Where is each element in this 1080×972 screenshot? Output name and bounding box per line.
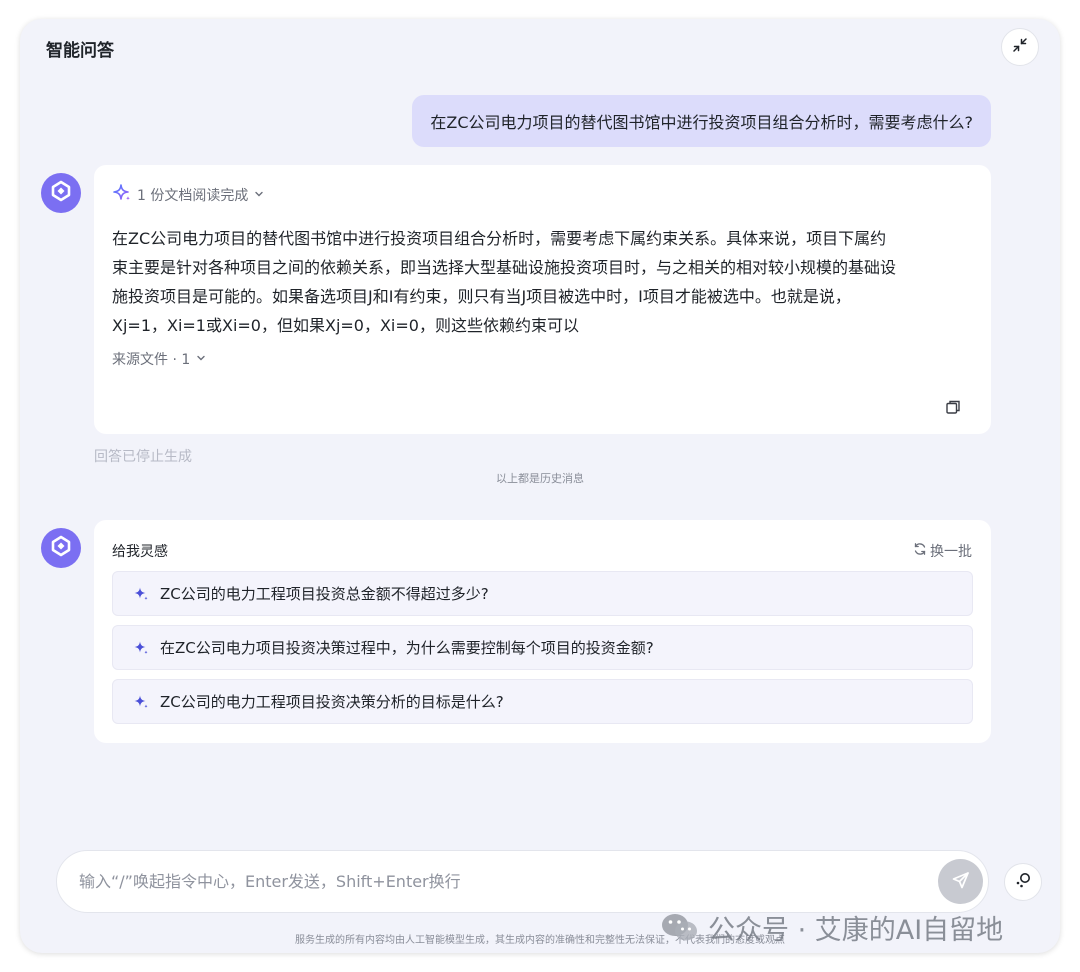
source-files-label: 来源文件 · 1: [112, 352, 191, 368]
user-message: 在ZC公司电力项目的替代图书馆中进行投资项目组合分析时，需要考虑什么?: [412, 95, 991, 147]
suggestion-text: ZC公司的电力工程项目投资决策分析的目标是什么?: [160, 693, 504, 711]
tool-button[interactable]: [1004, 863, 1042, 901]
chat-panel: 智能问答 在ZC公司电力项目的替代图书馆中进行投资项目组合分析时，需要考虑什么?: [20, 19, 1060, 953]
copy-icon: [945, 399, 961, 419]
suggestion-item[interactable]: 在ZC公司电力项目投资决策过程中，为什么需要控制每个项目的投资金额?: [112, 625, 973, 670]
suggestion-text: 在ZC公司电力项目投资决策过程中，为什么需要控制每个项目的投资金额?: [160, 639, 654, 657]
chevron-down-icon: [254, 187, 264, 203]
answer-line: 施投资项目是可能的。如果备选项目J和I有约束，则只有当J项目被选中时，I项目才能…: [112, 287, 851, 306]
wechat-icon: [660, 912, 700, 944]
answer-card: 1 份文档阅读完成 在ZC公司电力项目的替代图书馆中进行投资项目组合分析时，需要…: [94, 165, 991, 434]
bot-logo-icon: [49, 534, 73, 562]
doc-status-toggle[interactable]: 1 份文档阅读完成: [112, 183, 264, 207]
answer-line: 在ZC公司电力项目的替代图书馆中进行投资项目组合分析时，需要考虑下属约束关系。具…: [112, 229, 887, 248]
inspiration-title: 给我灵感: [112, 544, 168, 560]
tool-icon: [1013, 870, 1033, 894]
source-files-toggle[interactable]: 来源文件 · 1: [112, 349, 206, 369]
suggestion-text: ZC公司的电力工程项目投资总金额不得超过多少?: [160, 585, 489, 603]
chat-input[interactable]: [79, 851, 919, 912]
collapse-button[interactable]: [1001, 28, 1039, 66]
history-divider: 以上都是历史消息: [496, 472, 584, 485]
collapse-icon: [1012, 37, 1028, 57]
page-title: 智能问答: [46, 41, 114, 61]
sparkle-icon: [112, 183, 132, 207]
bot-logo-icon: [49, 179, 73, 207]
send-button[interactable]: [938, 859, 983, 904]
watermark: 公众号 · 艾康的AI自留地: [660, 908, 1003, 947]
doc-status-label: 1 份文档阅读完成: [137, 188, 249, 204]
stopped-note: 回答已停止生成: [94, 449, 192, 465]
refresh-label: 换一批: [930, 544, 972, 560]
sparkle-icon: [133, 640, 149, 656]
sparkle-icon: [133, 694, 149, 710]
answer-text: 在ZC公司电力项目的替代图书馆中进行投资项目组合分析时，需要考虑下属约束关系。具…: [112, 224, 978, 340]
chat-input-container: [56, 850, 989, 913]
answer-line: Xj=1，Xi=1或Xi=0，但如果Xj=0，Xi=0，则这些依赖约束可以: [112, 316, 579, 335]
copy-button[interactable]: [943, 399, 963, 419]
refresh-button[interactable]: 换一批: [913, 541, 972, 561]
answer-line: 束主要是针对各种项目之间的依赖关系，即当选择大型基础设施投资项目时，与之相关的相…: [112, 258, 897, 277]
send-icon: [951, 870, 971, 894]
suggestion-item[interactable]: ZC公司的电力工程项目投资总金额不得超过多少?: [112, 571, 973, 616]
bot-avatar: [41, 173, 81, 213]
inspiration-card: 给我灵感 换一批 ZC公司的电力工程项目投资总金额不得超过多少? 在ZC公司电力…: [94, 520, 991, 743]
bot-avatar: [41, 528, 81, 568]
chevron-down-icon: [196, 351, 206, 367]
suggestion-item[interactable]: ZC公司的电力工程项目投资决策分析的目标是什么?: [112, 679, 973, 724]
watermark-text: 公众号 · 艾康的AI自留地: [708, 915, 1004, 946]
refresh-icon: [913, 542, 930, 560]
sparkle-icon: [133, 586, 149, 602]
